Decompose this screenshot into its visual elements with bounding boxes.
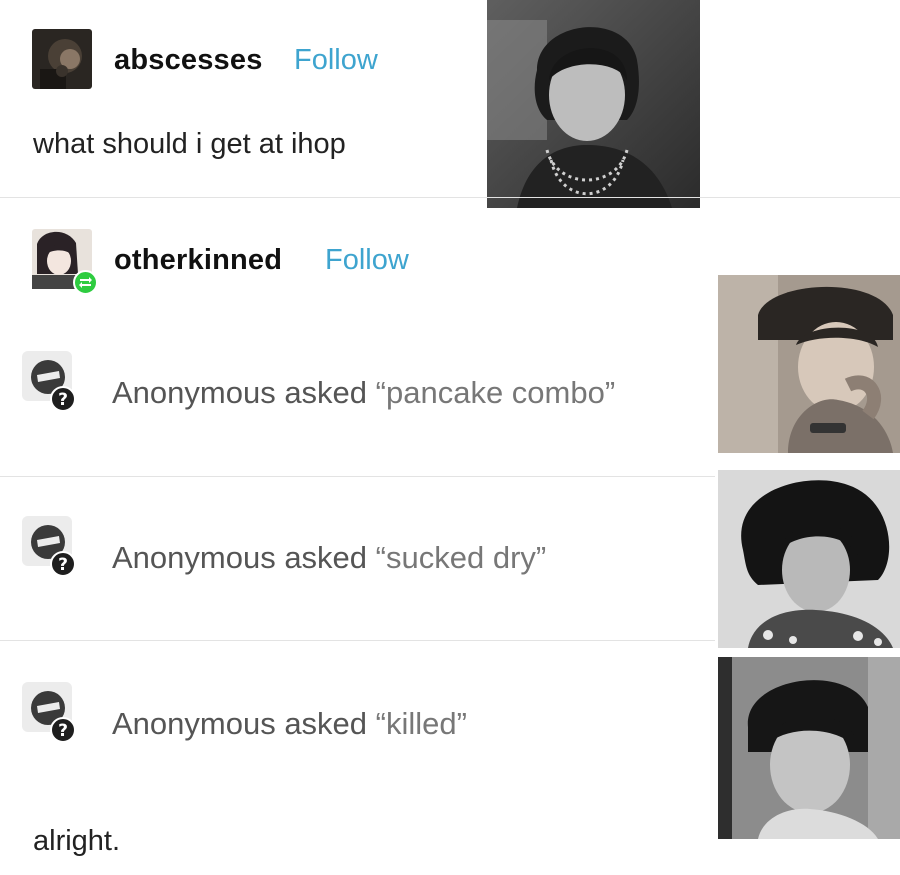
follow-button-otherkinned[interactable]: Follow [325,244,409,277]
photo-1 [487,0,700,208]
ask-asker: Anonymous asked [112,540,368,575]
ask-question: “killed” [375,706,467,741]
anonymous-question-icon: ? [22,682,86,746]
avatar-abscesses[interactable] [32,29,92,89]
ask-text: Anonymous asked “sucked dry” [112,540,546,576]
photo-4 [718,657,900,839]
post-text: what should i get at ihop [33,128,346,160]
photo-2 [718,275,900,453]
svg-text:?: ? [58,555,68,575]
follow-button-abscesses[interactable]: Follow [294,44,378,77]
ask-question: “pancake combo” [375,375,616,410]
username-otherkinned[interactable]: otherkinned [114,244,282,277]
avatar-abscesses-image [32,29,92,89]
svg-text:?: ? [58,721,68,741]
ask-divider [0,476,715,477]
ask-text: Anonymous asked “pancake combo” [112,375,615,411]
ask-text: Anonymous asked “killed” [112,706,467,742]
closing-text: alright. [33,825,121,857]
username-abscesses[interactable]: abscesses [114,44,263,77]
ask-question: “sucked dry” [375,540,547,575]
svg-text:?: ? [58,390,68,410]
ask-item: ? Anonymous asked “pancake combo” [0,345,715,455]
post-divider [0,197,900,198]
avatar-otherkinned[interactable] [32,229,98,295]
anonymous-question-icon: ? [22,351,86,415]
ask-asker: Anonymous asked [112,706,368,741]
ask-item: ? Anonymous asked “killed” [0,676,715,786]
ask-divider [0,640,715,641]
ask-asker: Anonymous asked [112,375,368,410]
anonymous-question-icon: ? [22,516,86,580]
reblog-icon [73,270,98,295]
ask-item: ? Anonymous asked “sucked dry” [0,510,715,620]
photo-3 [718,470,900,648]
